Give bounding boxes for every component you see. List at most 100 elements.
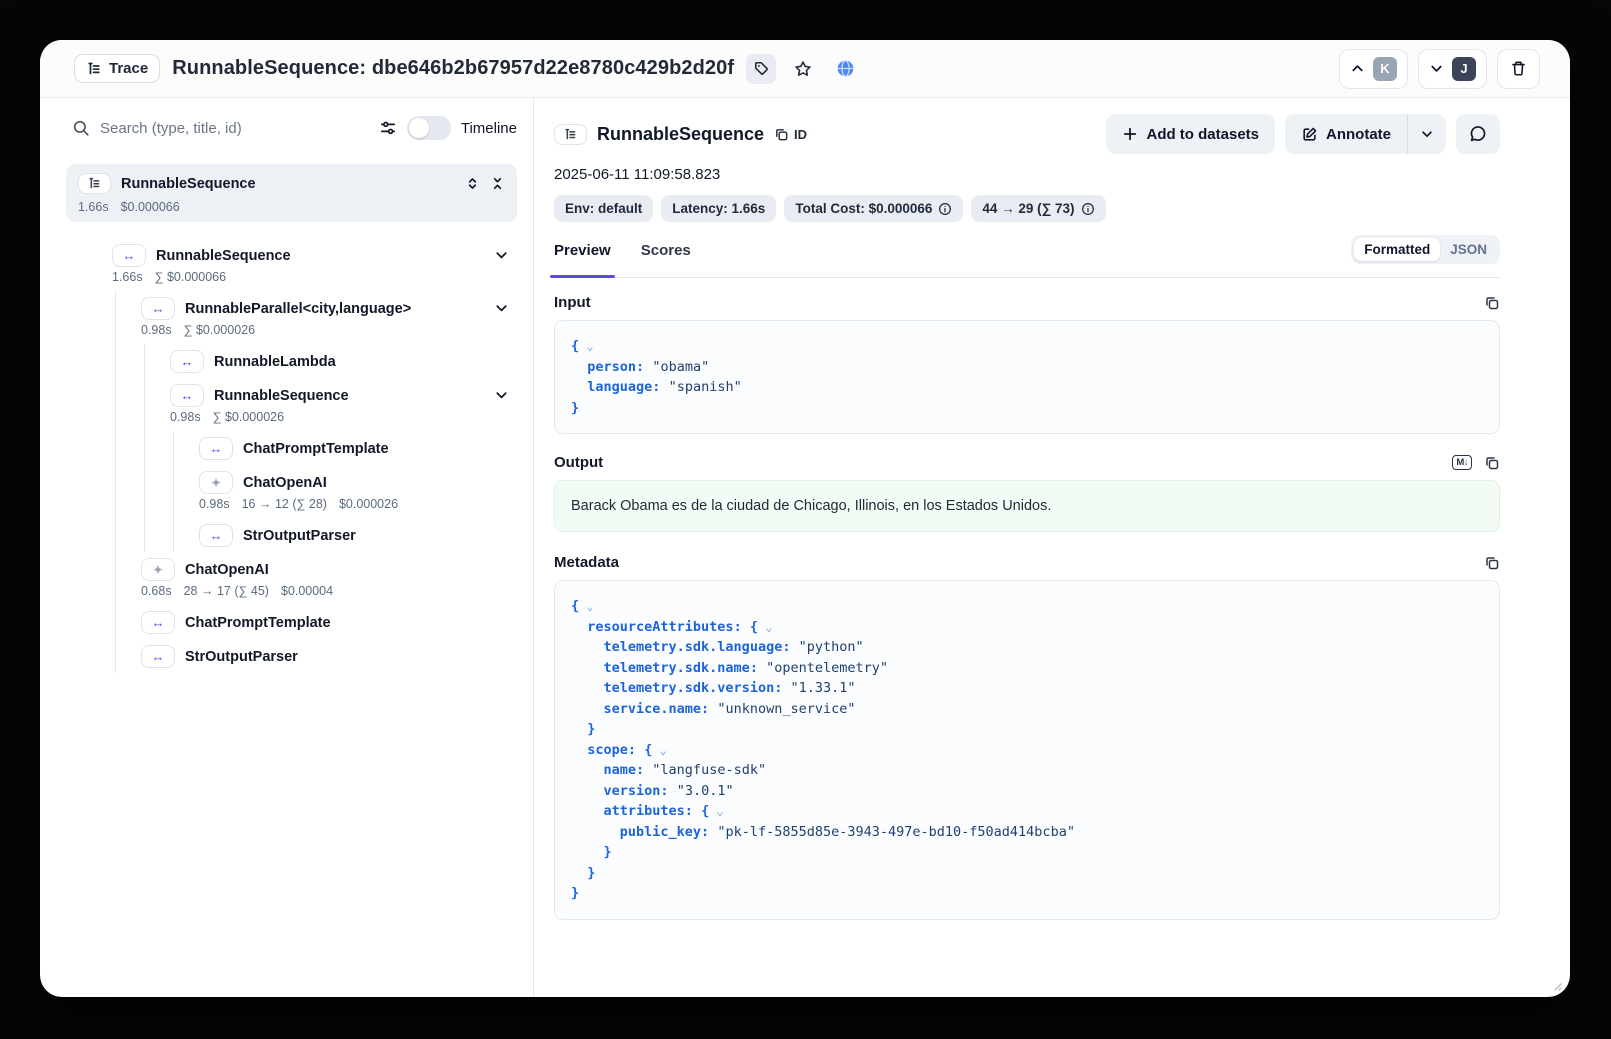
total-cost-badge: Total Cost: $0.000066 [784, 195, 963, 222]
node-label: ChatPromptTemplate [243, 441, 389, 457]
search-icon [72, 119, 90, 137]
latency-badge: Latency: 1.66s [661, 195, 776, 222]
add-to-datasets-button[interactable]: Add to datasets [1106, 114, 1275, 154]
chain-span-icon: ↔ [141, 645, 175, 668]
detail-title: RunnableSequence [597, 124, 764, 145]
chain-span-icon: ↔ [170, 384, 204, 407]
chevron-down-icon[interactable] [494, 301, 509, 316]
info-icon[interactable] [1081, 202, 1095, 216]
tree-node[interactable]: ↔ RunnableSequence [170, 378, 533, 412]
search-input[interactable] [100, 120, 285, 137]
tree-node[interactable]: ↔ ChatPromptTemplate [199, 431, 533, 465]
output-text: Barack Obama es de la ciudad de Chicago,… [554, 480, 1500, 532]
node-metrics: 0.98s16 → 12 (∑ 28)$0.000026 [199, 497, 533, 511]
root-label: RunnableSequence [121, 176, 256, 192]
format-formatted-option[interactable]: Formatted [1354, 238, 1440, 261]
node-metrics: 0.68s28 → 17 (∑ 45)$0.00004 [141, 584, 533, 598]
output-section-title: Output [554, 454, 603, 471]
app-window: Trace RunnableSequence: dbe646b2b67957d2… [40, 40, 1570, 997]
tree-node[interactable]: ↔ RunnableParallel<city,language> [141, 291, 533, 325]
timeline-label: Timeline [461, 120, 517, 137]
chain-span-icon: ↔ [141, 297, 175, 320]
resize-handle[interactable] [1550, 979, 1562, 991]
node-metrics: 0.98s∑ $0.000026 [170, 410, 533, 424]
expand-all-icon[interactable] [465, 176, 480, 191]
node-label: ChatOpenAI [243, 475, 327, 491]
tree-node[interactable]: ✦ ChatOpenAI [141, 552, 533, 586]
globe-icon[interactable] [830, 54, 860, 84]
tree-icon [86, 61, 102, 77]
copy-icon[interactable] [1484, 295, 1500, 311]
detail-tabs: Preview Scores Formatted JSON [554, 242, 1500, 278]
search-input-wrap [72, 119, 369, 137]
trace-root-item[interactable]: RunnableSequence [66, 164, 517, 222]
chevron-up-icon [1350, 61, 1365, 76]
copy-icon [774, 127, 789, 142]
metadata-json[interactable]: { ⌄ resourceAttributes: { ⌄ telemetry.sd… [554, 580, 1500, 920]
tree-node[interactable]: ✦ ChatOpenAI [199, 465, 533, 499]
prev-trace-button[interactable]: K [1339, 49, 1408, 89]
root-cost: $0.000066 [121, 200, 180, 214]
collapse-all-icon[interactable] [490, 176, 505, 191]
format-json-option[interactable]: JSON [1440, 238, 1497, 261]
tab-preview[interactable]: Preview [554, 242, 611, 277]
node-label: ChatPromptTemplate [185, 615, 331, 631]
chevron-down-icon [1429, 61, 1444, 76]
tag-icon[interactable] [746, 54, 776, 84]
tab-scores[interactable]: Scores [641, 242, 691, 277]
trace-icon [78, 173, 111, 194]
comments-button[interactable] [1456, 114, 1500, 154]
input-section-title: Input [554, 294, 591, 311]
chevron-down-icon [1420, 127, 1434, 141]
trash-icon [1510, 60, 1527, 77]
copy-icon[interactable] [1484, 555, 1500, 571]
chain-span-icon: ↔ [141, 611, 175, 634]
node-label: RunnableSequence [156, 248, 291, 264]
node-label: StrOutputParser [185, 649, 298, 665]
trace-icon [554, 124, 587, 145]
chain-span-icon: ↔ [112, 244, 146, 267]
tree-node[interactable]: ↔ ChatPromptTemplate [141, 605, 533, 639]
node-label: ChatOpenAI [185, 562, 269, 578]
info-icon[interactable] [938, 202, 952, 216]
view-settings-icon[interactable] [379, 119, 397, 137]
copy-icon[interactable] [1484, 455, 1500, 471]
trace-label: Trace [109, 60, 148, 77]
shortcut-j-keycap: J [1452, 57, 1476, 81]
star-icon[interactable] [788, 54, 818, 84]
env-badge: Env: default [554, 195, 653, 222]
node-label: RunnableLambda [214, 354, 336, 370]
timeline-toggle[interactable] [407, 116, 451, 140]
node-label: StrOutputParser [243, 528, 356, 544]
copy-id-button[interactable]: ID [774, 127, 807, 142]
root-duration: 1.66s [78, 200, 109, 214]
next-trace-button[interactable]: J [1418, 49, 1487, 89]
shortcut-k-keycap: K [1373, 57, 1397, 81]
annotate-dropdown-chevron[interactable] [1407, 114, 1446, 154]
node-metrics: 0.98s∑ $0.000026 [141, 323, 533, 337]
plus-icon [1122, 126, 1138, 142]
trace-header: Trace RunnableSequence: dbe646b2b67957d2… [40, 40, 1570, 98]
annotate-icon [1301, 126, 1318, 143]
markdown-toggle-icon[interactable]: M↓ [1452, 455, 1472, 470]
trace-type-badge: Trace [74, 54, 160, 83]
tree-node[interactable]: ↔ RunnableSequence [112, 238, 533, 272]
trace-tree-sidebar: Timeline RunnableSequence [40, 98, 534, 997]
tree-node[interactable]: ↔ RunnableLambda [170, 344, 533, 378]
annotate-button[interactable]: Annotate [1285, 114, 1407, 154]
tree-node[interactable]: ↔ StrOutputParser [199, 518, 533, 552]
delete-trace-button[interactable] [1497, 49, 1540, 89]
chain-span-icon: ↔ [199, 437, 233, 460]
comment-icon [1469, 125, 1487, 143]
node-metrics: 1.66s∑ $0.000066 [112, 270, 533, 284]
format-toggle: Formatted JSON [1351, 235, 1500, 264]
node-label: RunnableParallel<city,language> [185, 301, 411, 317]
tree-node[interactable]: ↔ StrOutputParser [141, 639, 533, 673]
input-json[interactable]: { ⌄ person: "obama" language: "spanish"} [554, 320, 1500, 434]
annotate-split-button: Annotate [1285, 114, 1446, 154]
generation-span-icon: ✦ [199, 471, 233, 494]
metadata-section-title: Metadata [554, 554, 619, 571]
node-label: RunnableSequence [214, 388, 349, 404]
chevron-down-icon[interactable] [494, 248, 509, 263]
chevron-down-icon[interactable] [494, 388, 509, 403]
